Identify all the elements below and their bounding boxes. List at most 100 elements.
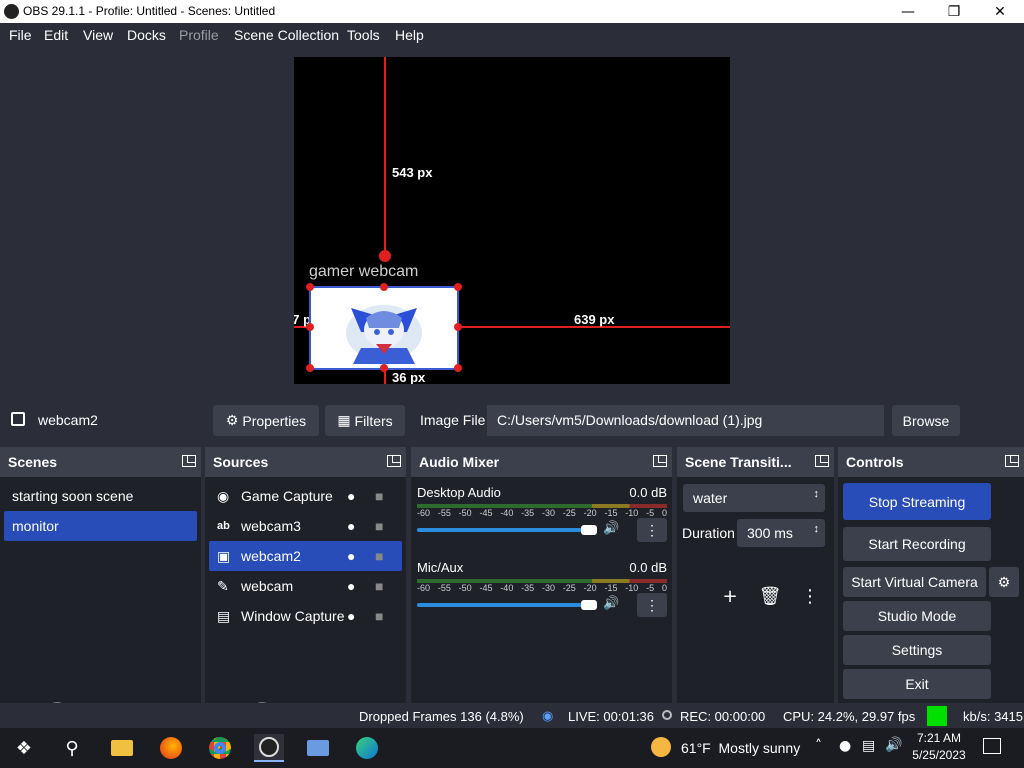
- source-item[interactable]: ✎ webcam ● ■: [209, 571, 402, 601]
- obs-icon[interactable]: [254, 734, 284, 762]
- studio-mode-button[interactable]: Studio Mode: [843, 601, 991, 631]
- stop-streaming-button[interactable]: Stop Streaming: [843, 483, 991, 520]
- resize-handle-tl[interactable]: [306, 283, 314, 291]
- windows-start-icon[interactable]: ❖: [9, 734, 39, 762]
- more-options-icon[interactable]: ⋮: [795, 583, 825, 609]
- menu-view[interactable]: View: [83, 27, 113, 43]
- speaker-icon[interactable]: 🔊: [603, 521, 619, 536]
- weather-text[interactable]: 61°F Mostly sunny: [681, 740, 800, 756]
- volume-slider[interactable]: [417, 528, 587, 532]
- trash-icon[interactable]: 🗑: [755, 583, 785, 609]
- source-item[interactable]: ◉ Game Capture ● ■: [209, 481, 402, 511]
- source-item-selected[interactable]: ▣ webcam2 ● ■: [209, 541, 402, 571]
- lock-icon[interactable]: ■: [375, 518, 383, 534]
- browse-button[interactable]: Browse: [892, 405, 960, 436]
- webcam2-source-box[interactable]: [309, 286, 459, 370]
- settings-button[interactable]: Settings: [843, 635, 991, 665]
- edge-icon[interactable]: [352, 734, 382, 762]
- meter-tick: -55: [437, 583, 451, 593]
- menu-scene-collection[interactable]: Scene Collection: [234, 27, 339, 43]
- resize-handle-br[interactable]: [454, 364, 462, 372]
- eye-icon[interactable]: ●: [347, 578, 355, 594]
- file-explorer-icon[interactable]: [107, 734, 137, 762]
- minimize-button[interactable]: —: [885, 0, 931, 23]
- bitrate: kb/s: 3415: [963, 709, 1023, 724]
- stepper-icon[interactable]: ↕: [814, 523, 820, 535]
- undock-icon[interactable]: [387, 455, 401, 467]
- undock-icon[interactable]: [815, 455, 829, 467]
- meter-tick: -50: [458, 583, 472, 593]
- notification-icon[interactable]: [983, 738, 1001, 754]
- resize-handle-b[interactable]: [380, 364, 388, 372]
- undock-icon[interactable]: [1005, 455, 1019, 467]
- image-path-field[interactable]: C:/Users/vm5/Downloads/download (1).jpg: [487, 405, 884, 436]
- channel-db: 0.0 dB: [629, 560, 667, 575]
- menu-docks[interactable]: Docks: [127, 27, 166, 43]
- close-button[interactable]: ✕: [977, 0, 1023, 23]
- menu-profile[interactable]: Profile: [179, 27, 219, 43]
- scene-item[interactable]: starting soon scene: [4, 481, 197, 511]
- menu-help[interactable]: Help: [395, 27, 424, 43]
- source-item[interactable]: ▤ Window Capture ● ■: [209, 601, 402, 631]
- volume-slider-knob[interactable]: [581, 525, 597, 535]
- menu-file[interactable]: File: [9, 27, 32, 43]
- gear-icon[interactable]: ⚙: [989, 567, 1019, 597]
- resize-handle-l[interactable]: [306, 323, 314, 331]
- guide-line-top: [384, 57, 386, 257]
- more-options-icon[interactable]: ⋮: [637, 518, 667, 542]
- menu-bar: File Edit View Docks Profile Scene Colle…: [0, 23, 1024, 47]
- meter-tick: -5: [646, 508, 655, 518]
- chevron-up-icon[interactable]: ˄: [815, 738, 822, 754]
- resize-handle-bl[interactable]: [306, 364, 314, 372]
- guide-handle[interactable]: [379, 250, 391, 262]
- undock-icon[interactable]: [653, 455, 667, 467]
- volume-slider-knob[interactable]: [581, 600, 597, 610]
- resize-handle-tr[interactable]: [454, 283, 462, 291]
- clock-date[interactable]: 5/25/2023: [908, 748, 970, 762]
- resize-handle-r[interactable]: [454, 323, 462, 331]
- duration-stepper[interactable]: 300 ms ↕: [737, 519, 825, 547]
- add-icon[interactable]: +: [715, 583, 745, 609]
- rec-timer: REC: 00:00:00: [680, 709, 766, 724]
- eye-icon[interactable]: ●: [347, 488, 355, 504]
- volume-slider[interactable]: [417, 603, 587, 607]
- app-icon[interactable]: [303, 734, 333, 762]
- scenes-header: Scenes: [0, 447, 201, 477]
- start-virtual-camera-button[interactable]: Start Virtual Camera: [843, 567, 986, 597]
- clock-time[interactable]: 7:21 AM: [908, 731, 970, 745]
- more-options-icon[interactable]: ⋮: [637, 593, 667, 617]
- microphone-icon[interactable]: ●: [839, 738, 851, 754]
- eye-icon[interactable]: ●: [347, 548, 355, 564]
- dropped-frames: Dropped Frames 136 (4.8%): [359, 709, 524, 724]
- preview-canvas[interactable]: 543 px 37 px 639 px 36 px gamer webcam: [294, 57, 730, 384]
- search-icon[interactable]: ⚲: [57, 734, 87, 762]
- lock-icon[interactable]: ■: [375, 488, 383, 504]
- filters-button[interactable]: ▦ Filters: [325, 405, 405, 436]
- lock-icon[interactable]: ■: [375, 608, 383, 624]
- start-recording-button[interactable]: Start Recording: [843, 527, 991, 561]
- image-icon: [11, 412, 25, 426]
- firefox-icon[interactable]: [156, 734, 186, 762]
- undock-icon[interactable]: [182, 455, 196, 467]
- eye-icon[interactable]: ●: [347, 518, 355, 534]
- gamepad-icon: ◉: [217, 487, 230, 504]
- resize-handle-t[interactable]: [380, 283, 388, 291]
- lock-icon[interactable]: ■: [375, 548, 383, 564]
- chrome-icon[interactable]: [205, 734, 235, 762]
- scene-item-selected[interactable]: monitor: [4, 511, 197, 541]
- transition-select[interactable]: water ↕: [683, 484, 825, 512]
- source-item[interactable]: ab webcam3 ● ■: [209, 511, 402, 541]
- controls-body: Stop Streaming Start Recording Start Vir…: [838, 477, 1024, 703]
- menu-tools[interactable]: Tools: [347, 27, 380, 43]
- lock-icon[interactable]: ■: [375, 578, 383, 594]
- exit-button[interactable]: Exit: [843, 669, 991, 699]
- live-timer: LIVE: 00:01:36: [568, 709, 655, 724]
- volume-icon[interactable]: 🔊: [885, 737, 902, 753]
- speaker-icon[interactable]: 🔊: [603, 596, 619, 611]
- meter-tick: -50: [458, 508, 472, 518]
- maximize-button[interactable]: ❐: [931, 0, 977, 23]
- properties-button[interactable]: ⚙ Properties: [213, 405, 319, 436]
- network-icon[interactable]: ▤: [862, 738, 875, 754]
- menu-edit[interactable]: Edit: [44, 27, 68, 43]
- eye-icon[interactable]: ●: [347, 608, 355, 624]
